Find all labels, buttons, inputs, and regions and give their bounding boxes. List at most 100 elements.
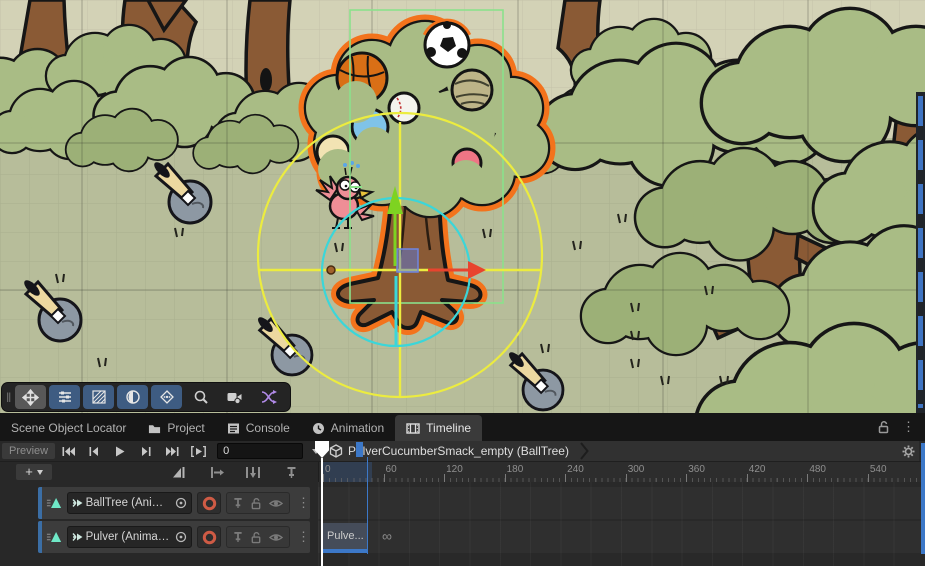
scene-canvas <box>0 0 925 413</box>
previous-frame-icon <box>89 446 99 457</box>
camera-icon <box>226 389 243 405</box>
playhead-line <box>321 458 323 566</box>
move-plane-handle[interactable] <box>397 249 418 272</box>
ruler-frame-label: 480 <box>809 464 826 475</box>
tab-animation[interactable]: Animation <box>301 415 395 441</box>
scene-scrollbar[interactable] <box>916 92 925 413</box>
timeline-end-marker[interactable] <box>356 442 363 457</box>
unlock-icon[interactable] <box>877 420 890 434</box>
next-frame-button[interactable] <box>133 442 159 460</box>
baseball <box>389 93 419 123</box>
balltree-track-lane[interactable] <box>318 487 921 519</box>
ripple-edit-mode-button[interactable] <box>204 465 230 480</box>
tab-timeline[interactable]: Timeline <box>395 415 482 441</box>
marker-toggle-button[interactable] <box>278 465 304 480</box>
play-icon <box>115 446 125 457</box>
ruler-frame-label: 300 <box>628 464 645 475</box>
tab-label: Project <box>167 421 204 435</box>
add-track-button[interactable]: + <box>16 464 52 480</box>
object-picker-icon[interactable] <box>175 531 187 543</box>
hatch-icon <box>91 389 107 405</box>
prefab-cube-icon <box>329 444 343 458</box>
animation-track-icon <box>46 530 62 544</box>
pin-icon[interactable] <box>233 531 243 543</box>
magnifier-icon <box>193 389 209 405</box>
tab-console[interactable]: Console <box>216 415 301 441</box>
kebab-menu-icon[interactable]: ⋮ <box>902 419 915 435</box>
track-binding-label: Pulver (Animator) <box>86 531 172 543</box>
previous-frame-button[interactable] <box>81 442 107 460</box>
console-icon <box>227 422 240 435</box>
replace-edit-mode-button[interactable] <box>240 465 266 480</box>
hatch-fill-tool-button[interactable] <box>83 385 114 409</box>
mute-eye-icon[interactable] <box>269 498 283 509</box>
track-kebab-menu[interactable]: ⋮ <box>297 495 310 511</box>
sprite-sliders-tool-button[interactable] <box>49 385 80 409</box>
balltree-track-header[interactable]: BallTree (Animator) <box>38 487 310 519</box>
object-picker-icon[interactable] <box>175 497 187 509</box>
timeline-toolbar: Preview <box>0 441 925 461</box>
pulver-animation-clip[interactable]: Pulve... <box>322 523 367 553</box>
folder-icon <box>148 422 161 435</box>
unity-editor-window: ‖ <box>0 0 925 566</box>
tab-scene-object-locator[interactable]: Scene Object Locator <box>0 415 137 441</box>
move-tool-button[interactable] <box>15 385 46 409</box>
pulver-track-header[interactable]: Pulver (Animator) <box>38 521 310 553</box>
lock-icon[interactable] <box>250 531 262 544</box>
pulver-track-lane[interactable] <box>318 521 921 553</box>
pin-icon[interactable] <box>233 497 243 509</box>
gear-icon <box>902 445 915 458</box>
lock-icon[interactable] <box>250 497 262 510</box>
record-button[interactable] <box>197 526 221 548</box>
pulver-animator-field[interactable]: Pulver (Animator) <box>67 526 192 548</box>
sprite-skin-tool-button[interactable] <box>151 385 182 409</box>
scene-view[interactable]: ‖ <box>0 0 925 413</box>
film-icon <box>406 422 420 435</box>
record-icon <box>202 496 217 511</box>
play-range-button[interactable] <box>185 442 211 460</box>
timeline-panel: Preview <box>0 441 925 566</box>
tab-project[interactable]: Project <box>137 415 215 441</box>
shuffle-tool-button[interactable] <box>253 385 284 409</box>
go-to-end-button[interactable] <box>159 442 185 460</box>
timeline-ruler[interactable]: 060120180240300360420480540 <box>318 462 922 483</box>
animator-icon <box>72 532 83 542</box>
track-binding-label: BallTree (Animator) <box>86 497 172 509</box>
timeline-settings-button[interactable] <box>897 441 919 461</box>
volleyball <box>452 70 492 110</box>
track-option-buttons <box>226 492 290 514</box>
sphere-icon <box>125 389 141 405</box>
tab-label: Console <box>246 421 290 435</box>
balltree-animator-field[interactable]: BallTree (Animator) <box>67 492 192 514</box>
tabbar-right-controls: ⋮ <box>877 413 925 441</box>
mute-eye-icon[interactable] <box>269 532 283 543</box>
timeline-asset-breadcrumb[interactable]: PulverCucumberSmack_empty (BallTree) <box>320 441 907 461</box>
next-frame-icon <box>141 446 151 457</box>
tab-label: Animation <box>331 421 384 435</box>
go-to-start-button[interactable] <box>55 442 81 460</box>
ruler-frame-label: 240 <box>567 464 584 475</box>
pin-icon <box>286 466 297 479</box>
sphere-tool-button[interactable] <box>117 385 148 409</box>
ripple-icon <box>210 466 224 479</box>
zoom-tool-button[interactable] <box>185 385 216 409</box>
play-range-icon <box>191 446 206 457</box>
track-option-buttons <box>226 526 290 548</box>
curves-view-toggle[interactable] <box>166 465 192 480</box>
preview-button[interactable]: Preview <box>2 443 55 459</box>
tab-label: Scene Object Locator <box>11 421 126 435</box>
timeline-asset-name: PulverCucumberSmack_empty (BallTree) <box>348 444 569 458</box>
scene-tool-overlay: ‖ <box>2 383 290 411</box>
add-dropdown-icon <box>37 470 43 475</box>
timeline-scrollbar[interactable] <box>921 443 925 554</box>
play-button[interactable] <box>107 442 133 460</box>
animation-track-icon <box>46 496 62 510</box>
pivot-dot <box>327 266 335 274</box>
camera-tool-button[interactable] <box>219 385 250 409</box>
ruler-frame-label: 0 <box>325 464 331 475</box>
breadcrumb-chevron-icon <box>580 442 589 460</box>
track-kebab-menu[interactable]: ⋮ <box>297 529 310 545</box>
toolbar-drag-handle[interactable]: ‖ <box>6 390 10 405</box>
frame-field[interactable]: 0 <box>217 443 303 459</box>
record-button[interactable] <box>197 492 221 514</box>
